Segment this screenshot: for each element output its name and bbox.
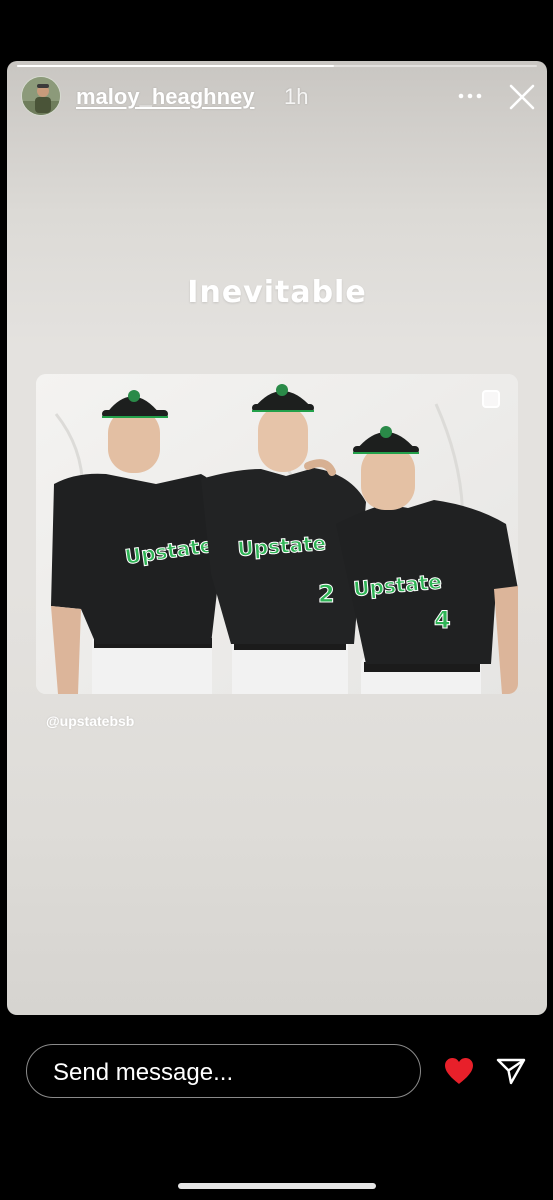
post-timestamp: 1h — [284, 84, 309, 109]
team-photo-illustration: Upstate Upstate 2 Upstate 4 — [36, 374, 518, 694]
close-icon[interactable] — [507, 82, 537, 112]
story-caption: Inevitable — [187, 275, 367, 310]
jersey-number-2: 2 — [318, 580, 335, 608]
avatar[interactable] — [21, 76, 61, 116]
heart-icon[interactable] — [442, 1055, 476, 1087]
jersey-number-4: 4 — [434, 606, 451, 634]
story-header: maloy_heaghney 1h — [7, 61, 547, 131]
more-icon[interactable] — [457, 85, 483, 107]
send-message-input[interactable]: Send message... — [26, 1044, 421, 1098]
home-indicator — [178, 1183, 376, 1189]
shared-post-photo[interactable]: Upstate Upstate 2 Upstate 4 — [36, 374, 518, 694]
photo-select-checkbox[interactable] — [482, 390, 500, 408]
username-link[interactable]: maloy_heaghney — [76, 84, 255, 110]
story-card[interactable]: maloy_heaghney 1h Inevitable Upstate Ups… — [7, 61, 547, 1015]
photo-credit-mention[interactable]: @upstatebsb — [46, 713, 134, 729]
send-icon[interactable] — [495, 1055, 527, 1087]
send-message-placeholder: Send message... — [53, 1059, 234, 1086]
story-footer: Send message... — [0, 1015, 553, 1200]
